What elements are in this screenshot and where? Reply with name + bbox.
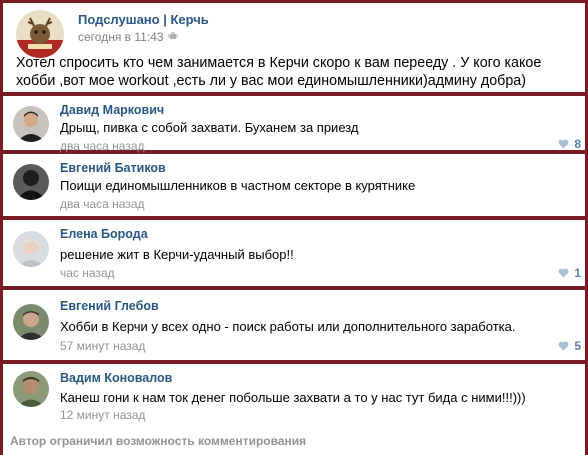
post-card: Подслушано | Керчь сегодня в 11:43 Хотел… — [3, 3, 585, 92]
comment-text: Хобби в Керчи у всех одно - поиск работы… — [60, 319, 516, 334]
commenter-avatar[interactable] — [13, 106, 49, 142]
like-count: 1 — [574, 266, 581, 280]
post-author[interactable]: Подслушано | Керчь — [78, 12, 209, 27]
heart-icon — [558, 139, 569, 149]
comment-text: решение жит в Керчи-удачный выбор!! — [60, 247, 294, 262]
heart-icon — [558, 268, 569, 278]
post-time-label: сегодня в 11:43 — [78, 30, 164, 44]
community-avatar[interactable] — [16, 10, 64, 58]
post-time[interactable]: сегодня в 11:43 — [78, 30, 178, 44]
comment-item: Евгений Батиков Поищи единомышленников в… — [3, 154, 585, 216]
comment-author[interactable]: Вадим Коновалов — [60, 371, 172, 385]
comments-restricted-notice: Автор ограничил возможность комментирова… — [10, 434, 307, 448]
comment-item: Давид Маркович Дрыщ, пивка с собой захва… — [3, 96, 585, 153]
commenter-avatar[interactable] — [13, 164, 49, 200]
comment-text: Поищи единомышленников в частном секторе… — [60, 178, 416, 193]
like-count: 8 — [574, 137, 581, 151]
comment-author[interactable]: Елена Борода — [60, 227, 148, 241]
comment-text: Канеш гони к нам ток денег побольше захв… — [60, 390, 526, 405]
comment-text: Дрыщ, пивка с собой захвати. Буханем за … — [60, 120, 359, 135]
comment-author[interactable]: Евгений Глебов — [60, 299, 159, 313]
commenter-avatar[interactable] — [13, 304, 49, 340]
comment-item: Елена Борода решение жит в Керчи-удачный… — [3, 220, 585, 286]
commenter-avatar[interactable] — [13, 231, 49, 267]
comment-time[interactable]: час назад — [60, 266, 115, 280]
android-icon — [167, 30, 178, 44]
commenter-avatar[interactable] — [13, 371, 49, 407]
comment-author[interactable]: Евгений Батиков — [60, 161, 166, 175]
comment-author[interactable]: Давид Маркович — [60, 103, 164, 117]
comment-time[interactable]: 12 минут назад — [60, 408, 145, 422]
comment-time[interactable]: 57 минут назад — [60, 339, 145, 353]
like-button[interactable]: 1 — [558, 266, 581, 280]
comment-item: Евгений Глебов Хобби в Керчи у всех одно… — [3, 290, 585, 360]
post-text: Хотел спросить кто чем занимается в Керч… — [16, 55, 542, 89]
like-count: 5 — [574, 339, 581, 353]
heart-icon — [558, 341, 569, 351]
like-button[interactable]: 5 — [558, 339, 581, 353]
comment-time[interactable]: два часа назад — [60, 197, 145, 211]
comment-time[interactable]: два часа назад — [60, 139, 145, 153]
like-button[interactable]: 8 — [558, 137, 581, 151]
